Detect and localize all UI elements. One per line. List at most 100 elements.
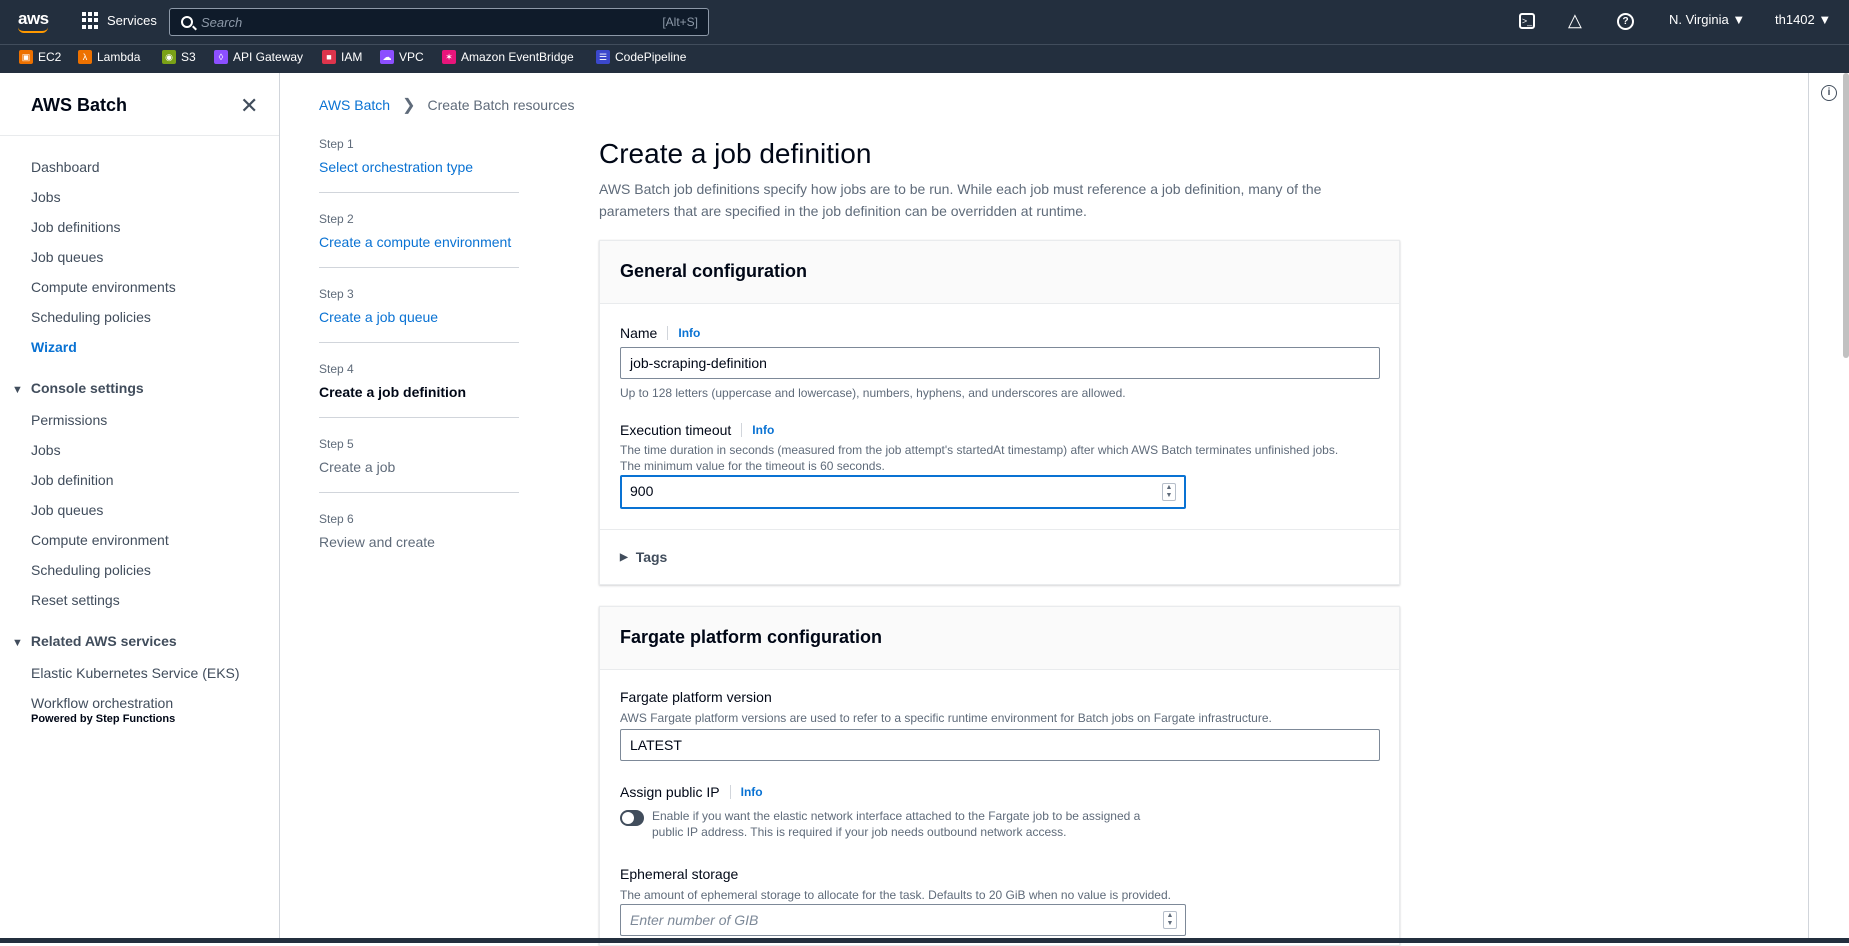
favorite-s3[interactable]: ◉ S3 [162,50,196,64]
section-title: Console settings [30,380,144,396]
assign-public-ip-toggle[interactable] [620,810,644,826]
sidebar-item-compute-environments[interactable]: Compute environments [31,279,176,295]
related-services-section-toggle[interactable]: ▼ Related AWS services [12,633,177,649]
execution-timeout-label: Execution timeout Info [620,422,774,438]
favorite-label: CodePipeline [615,50,687,64]
wizard-step-1: Step 1 Select orchestration type [319,137,519,175]
sidebar-item-eks[interactable]: Elastic Kubernetes Service (EKS) [31,665,240,681]
services-menu-button[interactable]: Services [82,12,157,29]
bottom-bar [0,938,1849,943]
step-number: Step 3 [319,287,354,301]
cloudshell-icon[interactable]: >_ [1519,13,1535,29]
sidebar-item-settings-scheduling-policies[interactable]: Scheduling policies [31,562,151,578]
help-icon[interactable]: ? [1617,13,1634,30]
breadcrumb: AWS Batch ❯ Create Batch resources [319,95,575,115]
eventbridge-icon: ✶ [442,50,456,64]
favorite-lambda[interactable]: λ Lambda [78,50,140,64]
step-link[interactable]: Create a compute environment [319,234,519,250]
info-panel-icon[interactable]: i [1821,85,1837,101]
sidebar-item-settings-job-queues[interactable]: Job queues [31,502,103,518]
close-icon[interactable]: ✕ [240,93,258,119]
vpc-icon: ☁ [380,50,394,64]
favorite-label: API Gateway [233,50,304,64]
favorite-vpc[interactable]: ☁ VPC [380,50,424,64]
ephemeral-storage-label: Ephemeral storage [620,866,738,882]
sidebar-item-settings-job-definition[interactable]: Job definition [31,472,114,488]
name-field-label: Name Info [620,325,700,341]
step-number: Step 6 [319,512,354,526]
console-settings-section-toggle[interactable]: ▼ Console settings [12,380,144,396]
api-gateway-icon: ◊ [214,50,228,64]
page-scrollbar[interactable] [1843,73,1849,358]
caret-down-icon: ▼ [12,384,23,396]
favorite-codepipeline[interactable]: ☰ CodePipeline [596,50,686,64]
aws-logo[interactable]: aws [18,9,49,33]
favorite-ec2[interactable]: ▣ EC2 [19,50,61,64]
sidebar-item-permissions[interactable]: Permissions [31,412,107,428]
divider [0,135,279,136]
sidebar-item-dashboard[interactable]: Dashboard [31,159,100,175]
panel-heading: General configuration [600,241,1399,304]
name-input[interactable]: job-scraping-definition [620,347,1380,379]
divider [319,192,519,193]
platform-version-input[interactable]: LATEST [620,729,1380,761]
favorite-eventbridge[interactable]: ✶ Amazon EventBridge [442,50,574,64]
sidebar-item-job-queues[interactable]: Job queues [31,249,103,265]
label-text: Name [620,325,658,341]
ephemeral-storage-input[interactable]: Enter number of GIB ▲ ▼ [620,904,1186,936]
info-link[interactable]: Info [667,326,700,340]
wizard-step-3: Step 3 Create a job queue [319,287,519,325]
info-link[interactable]: Info [741,423,774,437]
step-disabled: Review and create [319,534,435,550]
divider [319,492,519,493]
info-link[interactable]: Info [729,785,763,799]
region-selector[interactable]: N. Virginia ▼ [1669,12,1745,27]
sidebar-item-workflow-orchestration[interactable]: Workflow orchestration [31,695,173,711]
sidebar-item-scheduling-policies[interactable]: Scheduling policies [31,309,151,325]
wizard-step-6: Step 6 Review and create [319,512,519,550]
account-menu[interactable]: th1402 ▼ [1775,12,1831,27]
input-placeholder: Enter number of GIB [630,912,759,928]
timeout-description: The time duration in seconds (measured f… [620,443,1339,457]
top-navigation-bar: aws Services Search [Alt+S] >_ △ ? N. Vi… [0,0,1849,44]
sidebar-item-settings-jobs[interactable]: Jobs [31,442,61,458]
tags-label: Tags [635,549,668,565]
section-title: Related AWS services [30,633,177,649]
codepipeline-icon: ☰ [596,50,610,64]
favorite-label: S3 [181,50,196,64]
lambda-icon: λ [78,50,92,64]
name-hint: Up to 128 letters (uppercase and lowerca… [620,386,1126,400]
wizard-step-2: Step 2 Create a compute environment [319,212,519,250]
step-number: Step 5 [319,437,354,451]
sidebar-item-reset-settings[interactable]: Reset settings [31,592,120,608]
step-number: Step 1 [319,137,354,151]
wizard-step-4: Step 4 Create a job definition [319,362,519,400]
step-link[interactable]: Select orchestration type [319,159,519,175]
label-text: Fargate platform version [620,689,772,705]
tags-expander[interactable]: ▶ Tags [620,549,667,565]
favorite-api-gateway[interactable]: ◊ API Gateway [214,50,303,64]
breadcrumb-aws-batch[interactable]: AWS Batch [319,97,390,113]
sidebar-item-job-definitions[interactable]: Job definitions [31,219,121,235]
notifications-bell-icon[interactable]: △ [1568,10,1582,31]
sidenav-title[interactable]: AWS Batch [31,95,127,116]
favorite-iam[interactable]: ■ IAM [322,50,362,64]
divider [319,267,519,268]
divider [319,342,519,343]
sidebar-item-settings-compute-environment[interactable]: Compute environment [31,532,169,548]
favorite-label: Amazon EventBridge [461,50,574,64]
ec2-icon: ▣ [19,50,33,64]
number-stepper-icon[interactable]: ▲ ▼ [1163,911,1177,929]
input-value: job-scraping-definition [630,355,767,371]
number-stepper-icon[interactable]: ▲ ▼ [1162,483,1176,501]
general-configuration-panel: General configuration Name Info job-scrap… [599,240,1400,585]
sidebar-item-jobs[interactable]: Jobs [31,189,61,205]
sidebar-item-wizard[interactable]: Wizard [31,339,77,355]
execution-timeout-input[interactable]: 900 ▲ ▼ [620,475,1186,509]
step-number: Step 2 [319,212,354,226]
services-grid-icon [82,12,99,29]
search-input[interactable]: Search [Alt+S] [169,8,709,36]
step-link[interactable]: Create a job queue [319,309,519,325]
divider [319,417,519,418]
ephemeral-storage-description: The amount of ephemeral storage to alloc… [620,888,1171,902]
